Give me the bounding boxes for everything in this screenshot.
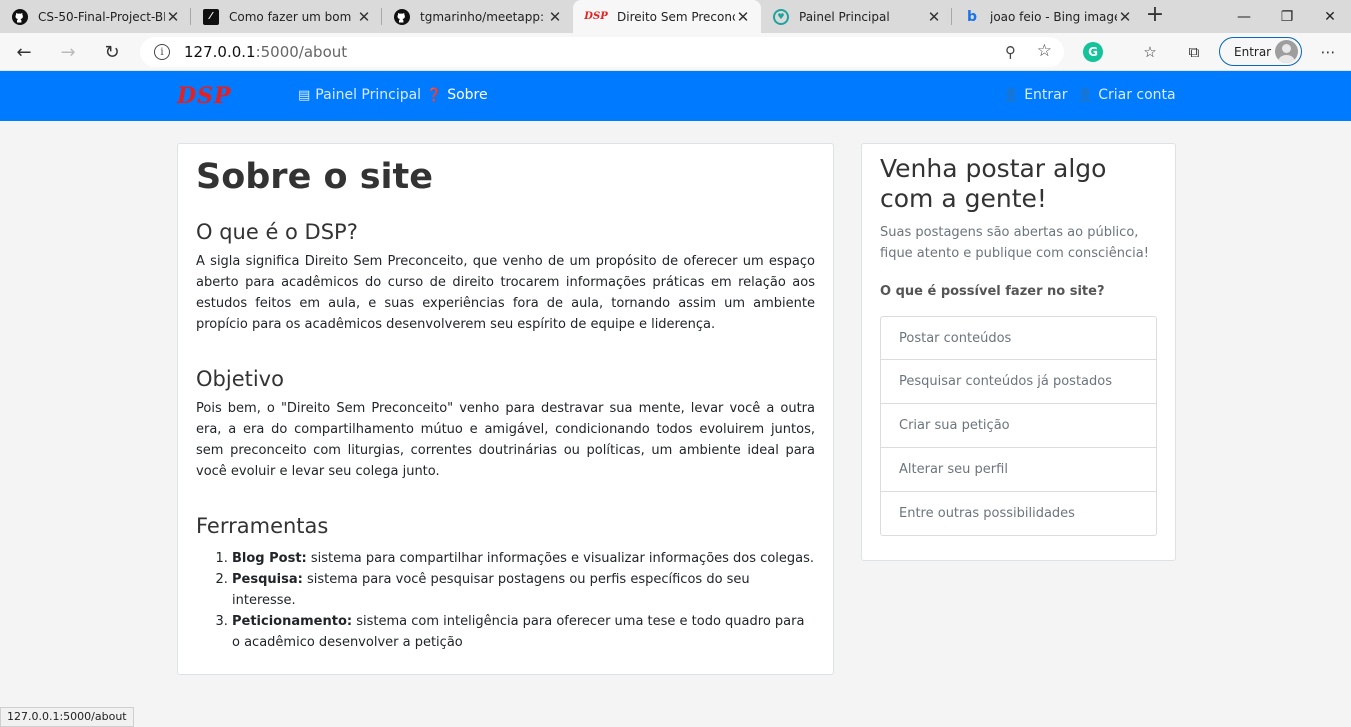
nav-link-painel[interactable]: ▤ Painel Principal [298, 87, 421, 103]
user-check-icon: 👤 [1003, 87, 1020, 103]
browser-tab[interactable]: b joao feio - Bing images ✕ [952, 0, 1143, 33]
address-bar[interactable]: i 127.0.0.1:5000/about ⚲ ☆ [140, 37, 1064, 67]
close-window-button[interactable]: ✕ [1307, 0, 1351, 33]
section-title: O que é o DSP? [196, 220, 358, 244]
bing-icon: b [966, 8, 978, 25]
close-icon[interactable]: ✕ [1117, 8, 1133, 26]
github-icon [394, 8, 410, 25]
close-icon[interactable]: ✕ [735, 8, 751, 26]
section-text: A sigla significa Direito Sem Preconceit… [196, 254, 815, 332]
user-plus-icon: 👤 [1077, 87, 1094, 103]
close-icon[interactable]: ✕ [165, 8, 181, 26]
browser-tab-bar: CS-50-Final-Project-BLOG ✕ ⁄ Como fazer … [0, 0, 1351, 33]
favorite-star-icon[interactable]: ☆ [1037, 41, 1052, 61]
refresh-icon[interactable]: ↻ [100, 40, 124, 64]
back-arrow-icon[interactable]: ← [12, 40, 36, 64]
collections-icon[interactable]: ⧉ [1184, 42, 1204, 62]
feature-item: Entre outras possibilidades [881, 491, 1156, 535]
tab-title: joao feio - Bing images [990, 9, 1117, 24]
section-text: Pois bem, o "Direito Sem Preconceito" ve… [196, 401, 815, 479]
list-item: Peticionamento: sistema com inteligência… [232, 611, 815, 653]
github-icon [12, 8, 28, 25]
dev-icon: ⁄ [203, 8, 219, 25]
section-title: Objetivo [196, 367, 284, 391]
list-item: Blog Post: sistema para compartilhar inf… [232, 548, 815, 569]
browser-tab[interactable]: tgmarinho/meetapp: Fr... ✕ [382, 0, 573, 33]
new-tab-button[interactable]: + [1143, 4, 1167, 28]
sidebar-title: Venha postar algo com a gente! [880, 154, 1107, 213]
more-menu-icon[interactable]: ⋯ [1318, 42, 1338, 62]
forward-arrow-icon[interactable]: → [56, 40, 80, 64]
nav-link-sobre[interactable]: ❓ Sobre [426, 87, 488, 103]
feature-item: Postar conteúdos [899, 330, 1012, 346]
browser-tab[interactable]: ♥ Painel Principal ✕ [761, 0, 952, 33]
nav-link-criar-conta[interactable]: 👤 Criar conta [1077, 87, 1176, 103]
url-text: 127.0.0.1:5000/about [184, 43, 348, 61]
zoom-icon[interactable]: ⚲ [1005, 43, 1016, 61]
browser-toolbar: ← → ↻ i 127.0.0.1:5000/about ⚲ ☆ G ☆ ⧉ E… [0, 33, 1351, 71]
close-icon[interactable]: ✕ [926, 8, 942, 26]
feature-item: Pesquisar conteúdos já postados [881, 359, 1156, 403]
app-navbar: DSP ▤ Painel Principal ❓ Sobre 👤 Entrar … [0, 71, 1351, 121]
page-title: Sobre o site [196, 157, 434, 197]
restore-button[interactable]: ❐ [1264, 0, 1310, 33]
tab-title: tgmarinho/meetapp: Fr... [420, 9, 547, 24]
browser-tab[interactable]: CS-50-Final-Project-BLOG ✕ [0, 0, 191, 33]
sidebar-text: Suas postagens são abertas ao público, f… [880, 225, 1149, 261]
grammarly-icon[interactable]: G [1083, 42, 1103, 62]
profile-signin-button[interactable]: Entrar [1219, 37, 1302, 66]
about-card: Sobre o site O que é o DSP? A sigla sign… [177, 143, 834, 675]
dsp-icon: DSP [584, 11, 608, 22]
browser-tab[interactable]: ⁄ Como fazer um bom README ✕ [191, 0, 382, 33]
feature-item: Alterar seu perfil [881, 447, 1156, 491]
brand-logo[interactable]: DSP [177, 85, 232, 107]
list-icon: ▤ [298, 87, 311, 103]
tab-title: CS-50-Final-Project-BLOG [38, 9, 165, 24]
tab-title: Painel Principal [799, 9, 890, 24]
browser-tab-active[interactable]: DSP Direito Sem Preconceito ✕ [573, 0, 761, 33]
sidebar-subtitle: O que é possível fazer no site? [880, 284, 1105, 299]
favorites-list-icon[interactable]: ☆ [1140, 42, 1160, 62]
sidebar-card: Venha postar algo com a gente! Suas post… [861, 143, 1176, 561]
info-icon[interactable]: i [154, 44, 170, 60]
tools-title: Ferramentas [196, 514, 329, 538]
avatar [1275, 40, 1298, 63]
features-list: Postar conteúdos Pesquisar conteúdos já … [880, 316, 1157, 536]
minimize-button[interactable]: — [1221, 0, 1267, 33]
feature-item: Criar sua petição [881, 403, 1156, 447]
close-icon[interactable]: ✕ [547, 8, 563, 26]
heart-icon: ♥ [773, 8, 789, 25]
question-circle-icon: ❓ [426, 87, 443, 103]
tab-title: Como fazer um bom README [229, 9, 356, 24]
list-item: Pesquisa: sistema para você pesquisar po… [232, 569, 815, 611]
tools-list: Blog Post: sistema para compartilhar inf… [232, 548, 815, 653]
close-icon[interactable]: ✕ [356, 8, 372, 26]
nav-link-entrar[interactable]: 👤 Entrar [1003, 87, 1068, 103]
tab-title: Direito Sem Preconceito [617, 9, 735, 24]
status-bar-url: 127.0.0.1:5000/about [0, 707, 134, 727]
